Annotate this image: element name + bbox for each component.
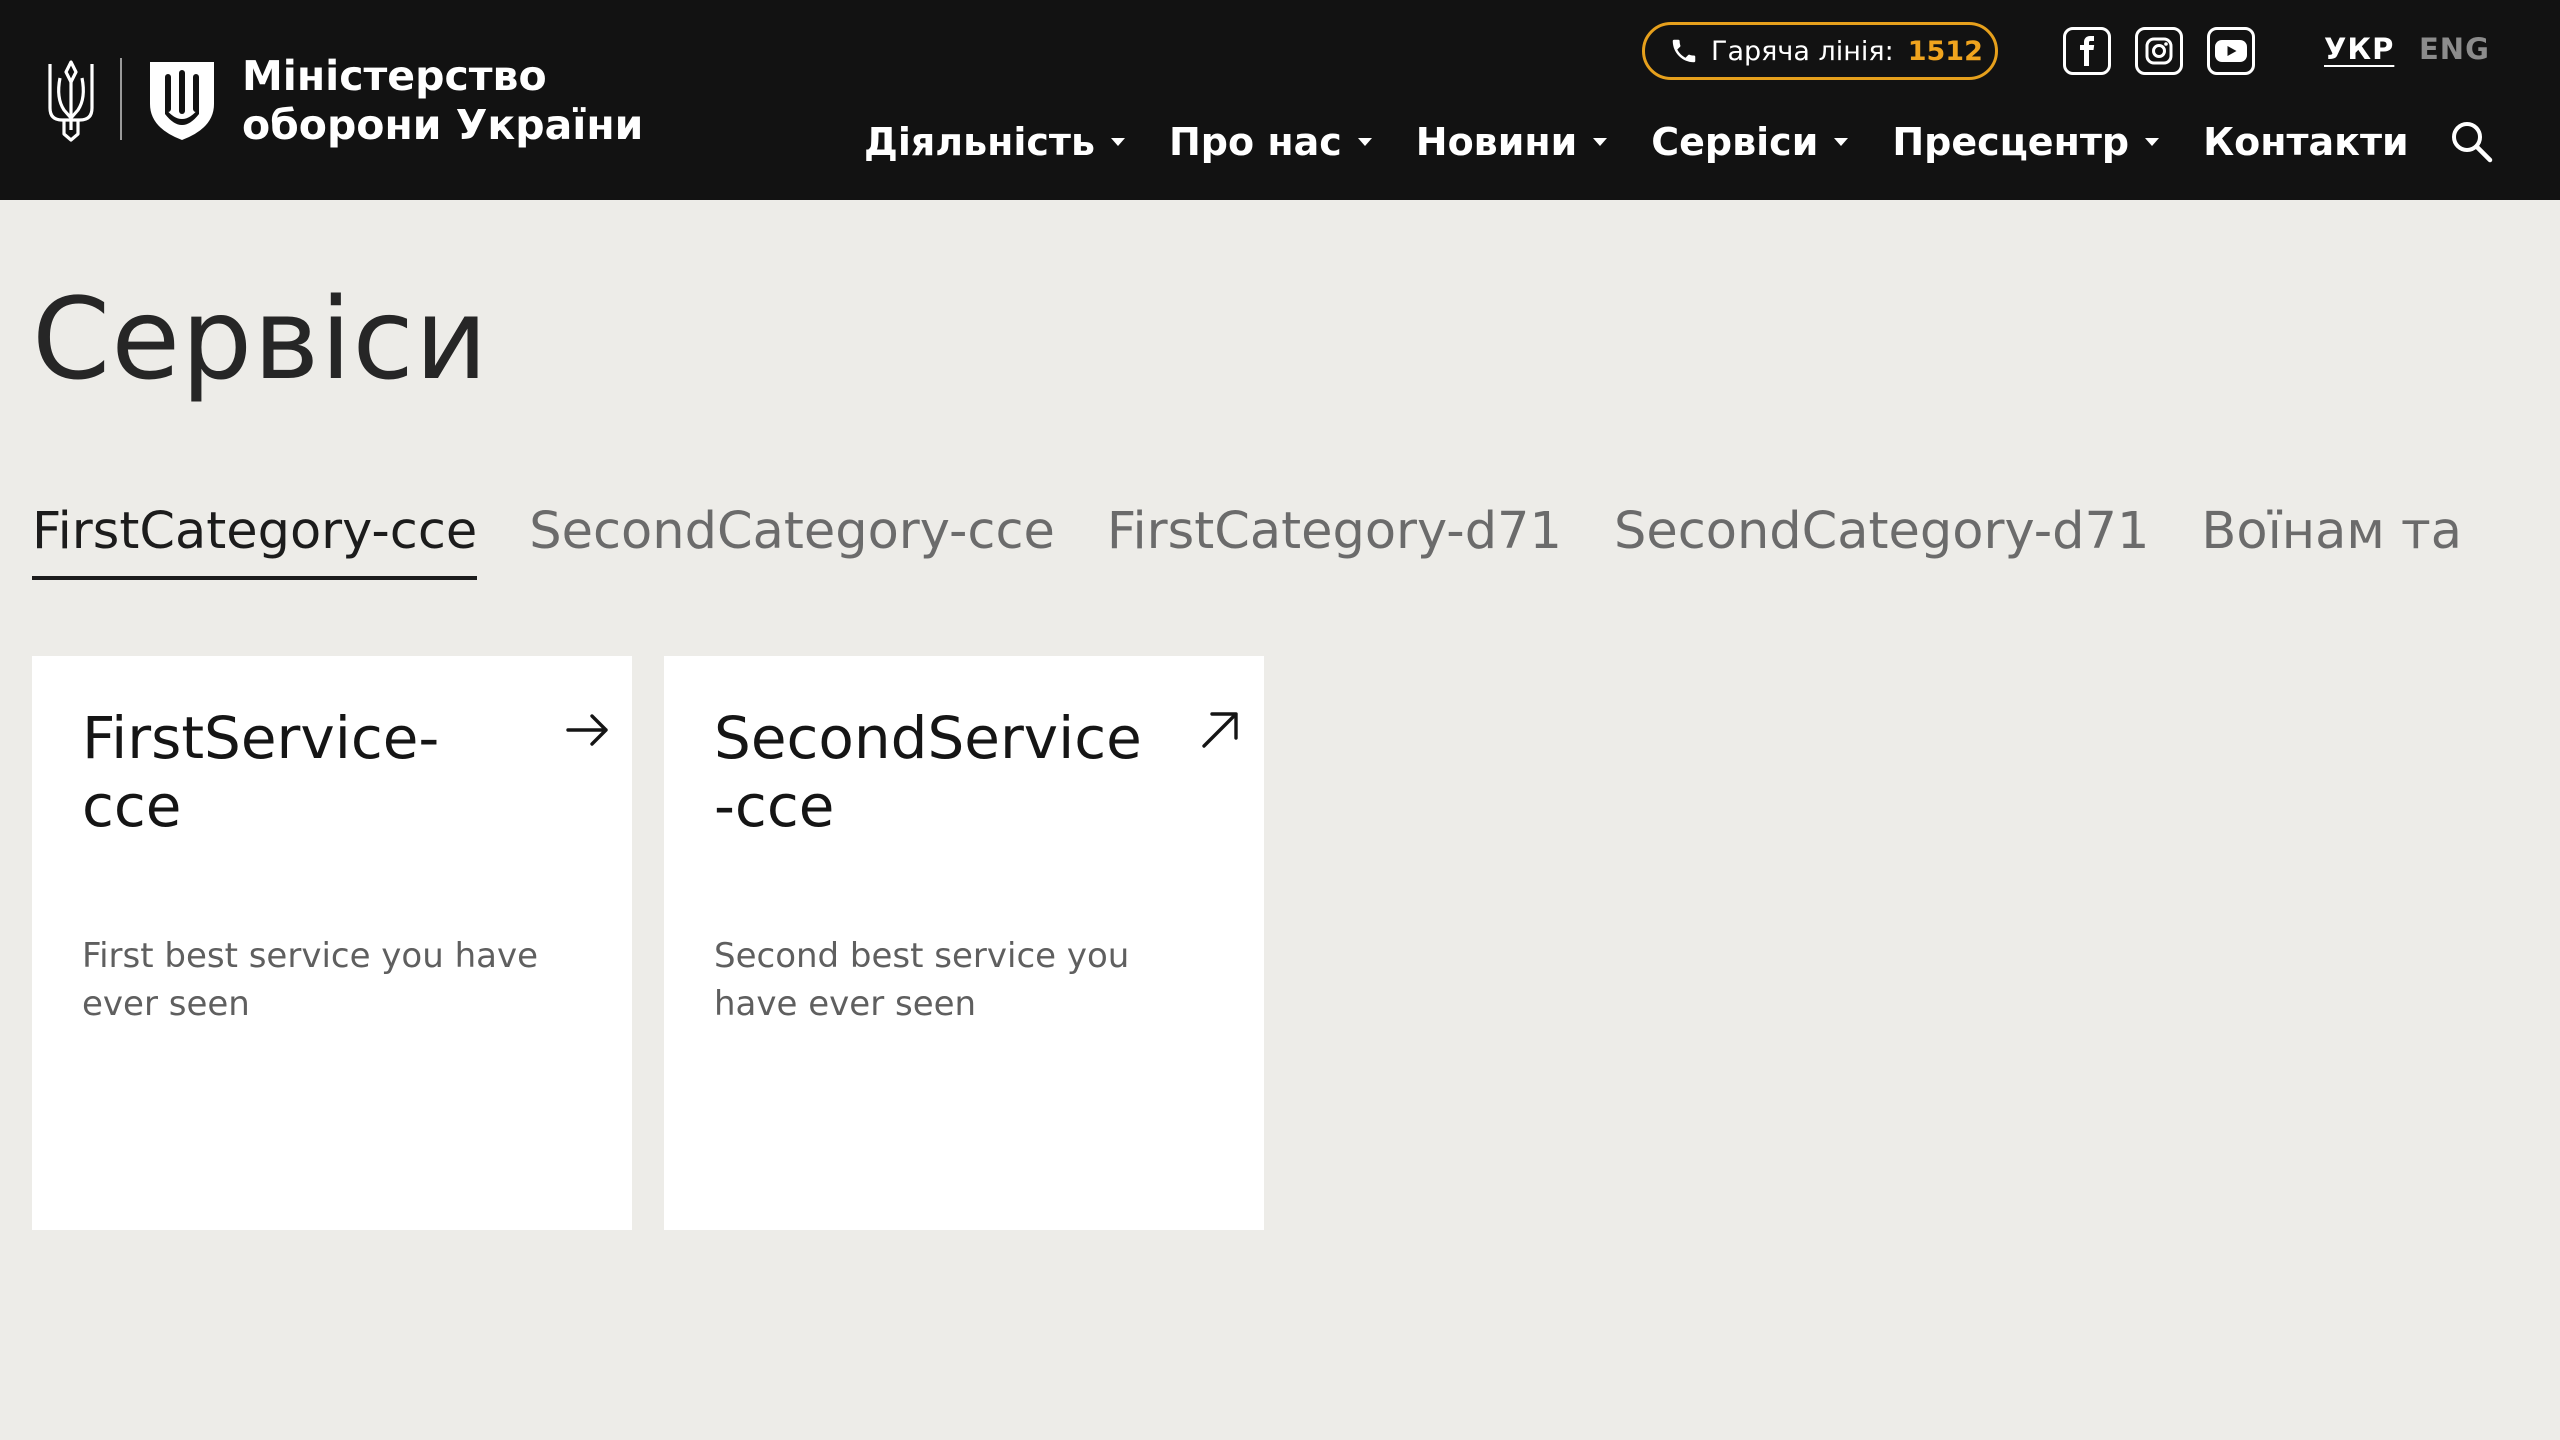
logo-divider — [120, 58, 122, 140]
logo-line-1: Міністерство — [242, 52, 547, 100]
facebook-link[interactable] — [2063, 27, 2111, 75]
nav-item-label: Пресцентр — [1892, 120, 2130, 164]
ministry-shield-icon[interactable] — [146, 58, 218, 142]
hotline-number: 1512 — [1907, 35, 1983, 67]
main-navigation: Діяльність Про нас Новини Сервіси Пресце… — [864, 116, 2409, 168]
arrow-right-icon — [566, 714, 608, 746]
nav-item-press[interactable]: Пресцентр — [1892, 120, 2160, 164]
language-eng-link[interactable]: ENG — [2419, 32, 2490, 66]
card-title: SecondService-cce — [714, 704, 1142, 840]
service-card-first[interactable]: FirstService-cce First best service you … — [32, 656, 632, 1230]
tab-secondcategory-d71[interactable]: SecondCategory-d71 — [1614, 496, 2149, 580]
card-description: Second best service you have ever seen — [714, 936, 1130, 1024]
tab-firstcategory-d71[interactable]: FirstCategory-d71 — [1107, 496, 1562, 580]
search-icon[interactable] — [2450, 120, 2494, 164]
external-link-icon — [1202, 712, 1238, 748]
tabs-overflow-fade — [2488, 496, 2528, 580]
nav-item-news[interactable]: Новини — [1415, 120, 1608, 164]
chevron-down-icon — [1593, 138, 1608, 146]
hotline-button[interactable]: Гаряча лінія: 1512 — [1642, 22, 1998, 80]
nav-item-label: Контакти — [2203, 120, 2409, 164]
nav-item-label: Про нас — [1169, 120, 1342, 164]
hotline-label: Гаряча лінія: — [1711, 35, 1894, 67]
nav-item-label: Діяльність — [864, 120, 1095, 164]
card-title: FirstService-cce — [82, 704, 440, 840]
page-title: Сервіси — [32, 275, 489, 405]
tab-secondcategory-cce[interactable]: SecondCategory-cce — [529, 496, 1055, 580]
youtube-link[interactable] — [2207, 27, 2255, 75]
facebook-icon — [2080, 36, 2095, 66]
chevron-down-icon — [1834, 138, 1849, 146]
chevron-down-icon — [2145, 138, 2160, 146]
service-card-second[interactable]: SecondService-cce Second best service yo… — [664, 656, 1264, 1230]
tab-firstcategory-cce[interactable]: FirstCategory-cce — [32, 496, 478, 580]
site-header: Міністерство оборони України Гаряча ліні… — [0, 0, 2560, 200]
nav-item-label: Новини — [1415, 120, 1578, 164]
chevron-down-icon — [1111, 138, 1125, 146]
instagram-icon — [2145, 37, 2173, 65]
nav-item-services[interactable]: Сервіси — [1651, 120, 1849, 164]
service-cards: FirstService-cce First best service you … — [32, 656, 1296, 1230]
nav-item-activity[interactable]: Діяльність — [864, 120, 1125, 164]
logo-line-2: оборони України — [242, 101, 644, 149]
trident-icon[interactable] — [44, 58, 98, 142]
youtube-icon — [2215, 40, 2247, 62]
tab-warriors[interactable]: Воїнам та — [2201, 496, 2462, 580]
phone-icon — [1672, 39, 1696, 63]
nav-item-about[interactable]: Про нас — [1169, 120, 1372, 164]
nav-item-contacts[interactable]: Контакти — [2203, 120, 2409, 164]
nav-item-label: Сервіси — [1651, 120, 1819, 164]
card-description: First best service you have ever seen — [82, 936, 539, 1024]
chevron-down-icon — [1357, 138, 1372, 146]
language-ukr-link[interactable]: УКР — [2324, 32, 2394, 66]
instagram-link[interactable] — [2135, 27, 2183, 75]
ministry-logo-text[interactable]: Міністерство оборони України — [242, 52, 643, 150]
category-tabs: FirstCategory-cce SecondCategory-cce Fir… — [32, 496, 2528, 580]
